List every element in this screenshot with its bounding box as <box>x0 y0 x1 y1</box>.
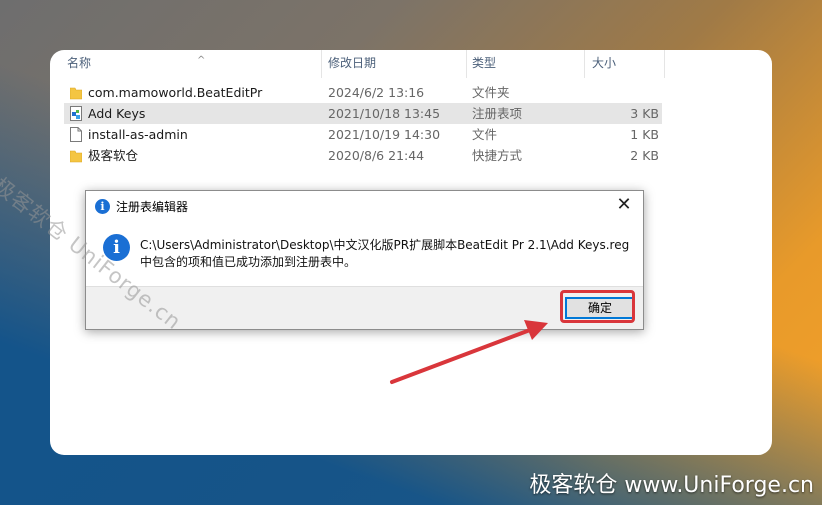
file-date: 2021/10/18 13:45 <box>328 106 441 121</box>
dialog-message-line1: C:\Users\Administrator\Desktop\中文汉化版PR扩展… <box>140 238 630 252</box>
dialog-message: C:\Users\Administrator\Desktop\中文汉化版PR扩展… <box>140 237 635 271</box>
file-row[interactable]: Add Keys 2021/10/18 13:45 注册表项 3 KB <box>64 103 662 124</box>
file-type: 快捷方式 <box>472 148 523 163</box>
file-date: 2024/6/2 13:16 <box>328 85 425 100</box>
folder-shortcut-icon <box>70 150 82 163</box>
file-date: 2020/8/6 21:44 <box>328 148 425 163</box>
file-date: 2021/10/19 14:30 <box>328 127 441 142</box>
dialog-title: 注册表编辑器 <box>116 200 189 214</box>
column-header-name[interactable]: 名称 ^ <box>61 50 322 78</box>
column-headers: 名称 ^ 修改日期 类型 大小 <box>50 50 772 78</box>
column-header-date[interactable]: 修改日期 <box>322 50 467 78</box>
column-header-size[interactable]: 大小 <box>586 50 665 78</box>
file-size: 1 KB <box>630 127 659 142</box>
folder-icon <box>70 87 82 100</box>
file-name: install-as-admin <box>88 127 188 142</box>
file-type: 注册表项 <box>472 106 523 121</box>
file-size: 2 KB <box>630 148 659 163</box>
file-row[interactable]: com.mamoworld.BeatEditPr 2024/6/2 13:16 … <box>64 82 662 103</box>
ok-button[interactable]: 确定 <box>565 297 635 319</box>
file-name: 极客软仓 <box>88 148 139 163</box>
registry-file-icon <box>70 106 82 121</box>
file-name: Add Keys <box>88 106 146 121</box>
file-type: 文件夹 <box>472 85 510 100</box>
column-header-type[interactable]: 类型 <box>466 50 585 78</box>
file-size: 3 KB <box>630 106 659 121</box>
file-icon <box>70 127 82 142</box>
file-row[interactable]: 极客软仓 2020/8/6 21:44 快捷方式 2 KB <box>64 145 662 166</box>
dialog-message-line2: 中包含的项和值已成功添加到注册表中。 <box>140 255 357 269</box>
dialog-title-bar: i 注册表编辑器 ✕ <box>86 191 643 221</box>
watermark-bottom: 极客软仓 www.UniForge.cn <box>529 473 814 498</box>
close-button[interactable]: ✕ <box>611 194 637 218</box>
sort-ascending-icon: ^ <box>197 55 206 66</box>
file-row[interactable]: install-as-admin 2021/10/19 14:30 文件 1 K… <box>64 124 662 145</box>
file-name: com.mamoworld.BeatEditPr <box>88 85 263 100</box>
column-header-name-label: 名称 <box>67 56 92 70</box>
file-type: 文件 <box>472 127 498 142</box>
info-icon: i <box>95 199 110 214</box>
